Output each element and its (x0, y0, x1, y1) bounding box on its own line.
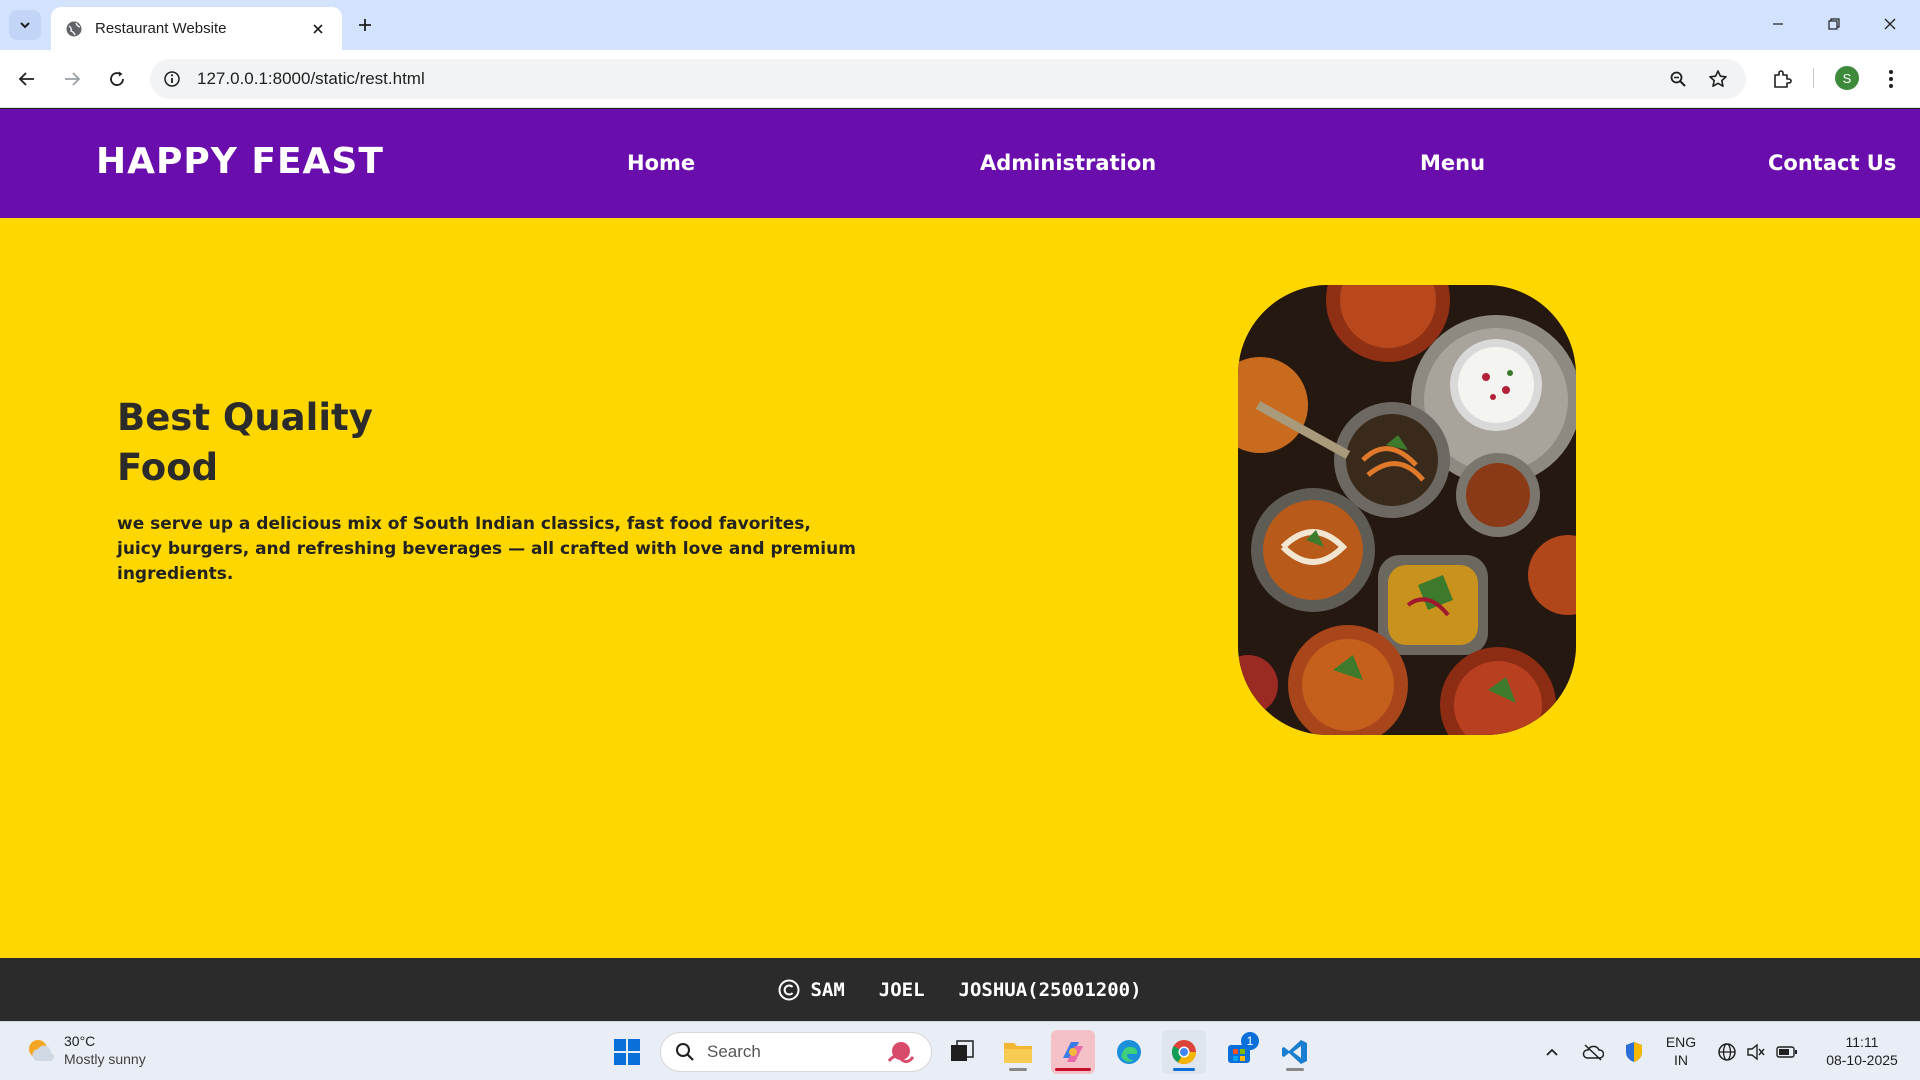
search-icon (676, 1043, 694, 1061)
restore-icon (1828, 18, 1840, 30)
task-view-button[interactable] (940, 1030, 984, 1074)
copilot-button[interactable] (1051, 1030, 1095, 1074)
chevron-up-icon (1546, 1048, 1558, 1056)
volume-muted-icon[interactable] (1745, 1041, 1767, 1063)
show-hidden-icons-button[interactable] (1541, 1041, 1563, 1063)
active-indicator (1055, 1068, 1091, 1071)
clock-time: 11:11 (1845, 1034, 1879, 1050)
browser-toolbar: 127.0.0.1:8000/static/rest.html (0, 50, 1920, 108)
site-info-icon[interactable] (160, 67, 184, 91)
footer-name-1: SAM (810, 978, 845, 1001)
close-tab-icon[interactable] (308, 19, 328, 39)
hero-description-line-2: juicy burgers, and refreshing beverages … (117, 539, 856, 584)
nav-administration[interactable]: Administration (980, 151, 1156, 175)
nav-contact-us[interactable]: Contact Us (1768, 151, 1896, 175)
close-icon (1884, 18, 1896, 30)
search-highlight-icon (887, 1042, 915, 1064)
notification-badge: 1 (1241, 1032, 1259, 1050)
food-image (1238, 285, 1576, 735)
security-shield-icon[interactable] (1623, 1041, 1645, 1063)
windows-taskbar: 30°C Mostly sunny Search 1 ENG IN 11:11 … (0, 1021, 1920, 1080)
copilot-icon (1063, 1042, 1083, 1062)
footer-credits: SAM JOEL JOSHUA(25001200) (778, 978, 1142, 1001)
reload-button[interactable] (101, 63, 133, 95)
language-code: ENG (1665, 1034, 1697, 1050)
close-window-button[interactable] (1862, 0, 1918, 48)
restore-button[interactable] (1806, 0, 1862, 48)
active-indicator (1173, 1068, 1195, 1071)
puzzle-icon (1774, 70, 1792, 88)
nav-menu[interactable]: Menu (1420, 151, 1485, 175)
extensions-button[interactable] (1766, 63, 1798, 95)
arrow-left-icon (18, 72, 34, 86)
hero-title: Best Quality Food (117, 393, 437, 493)
copyright-icon (778, 979, 800, 1001)
vscode-icon (1282, 1040, 1307, 1064)
more-vertical-icon (1889, 70, 1893, 88)
nav-home[interactable]: Home (627, 151, 695, 175)
region-code: IN (1674, 1052, 1688, 1068)
file-explorer-button[interactable] (996, 1030, 1040, 1074)
hero-title-line-2: Food (117, 446, 219, 489)
search-placeholder: Search (707, 1042, 761, 1061)
folder-icon (1004, 1043, 1032, 1063)
clock[interactable]: 11:11 08-10-2025 (1812, 1033, 1912, 1069)
site-footer: SAM JOEL JOSHUA(25001200) (0, 958, 1920, 1021)
globe-icon (65, 20, 83, 38)
hero-title-line-1: Best Quality (117, 396, 373, 439)
windows-logo-icon (614, 1039, 640, 1065)
minimize-icon (1773, 23, 1783, 25)
tab-title: Restaurant Website (95, 20, 227, 37)
url-text[interactable]: 127.0.0.1:8000/static/rest.html (197, 69, 425, 89)
vscode-button[interactable] (1273, 1030, 1317, 1074)
taskbar-search[interactable]: Search (660, 1032, 932, 1072)
site-logo[interactable]: HAPPY FEAST (96, 141, 384, 182)
chevron-down-icon (20, 22, 30, 29)
edge-button[interactable] (1107, 1030, 1151, 1074)
running-indicator (1286, 1068, 1304, 1071)
network-globe-icon[interactable] (1716, 1041, 1738, 1063)
arrow-right-icon (65, 72, 81, 86)
clock-date: 08-10-2025 (1826, 1052, 1898, 1068)
site-navbar: HAPPY FEAST Home Administration Menu Con… (0, 109, 1920, 218)
new-tab-button[interactable] (351, 11, 379, 39)
battery-icon[interactable] (1776, 1041, 1798, 1063)
reload-icon (110, 71, 124, 86)
browser-tab-bar: Restaurant Website (0, 0, 1920, 50)
plus-icon (359, 19, 371, 31)
hero-description-line-1: we serve up a delicious mix of South Ind… (117, 514, 811, 534)
footer-name-3: JOSHUA(25001200) (958, 978, 1142, 1001)
profile-avatar[interactable]: S (1835, 66, 1859, 90)
hero-description: we serve up a delicious mix of South Ind… (117, 512, 977, 587)
toolbar-divider (1813, 68, 1814, 88)
weather-widget[interactable]: 30°C Mostly sunny (24, 1032, 146, 1068)
weather-description: Mostly sunny (64, 1051, 146, 1067)
weather-temperature: 30°C (64, 1033, 96, 1049)
tab-search-button[interactable] (9, 10, 41, 40)
browser-menu-button[interactable] (1875, 63, 1907, 95)
sun-cloud-icon (29, 1040, 54, 1062)
chrome-icon (1171, 1040, 1196, 1065)
browser-tab-active[interactable]: Restaurant Website (51, 7, 342, 50)
running-indicator (1009, 1068, 1027, 1071)
forward-button[interactable] (56, 63, 88, 95)
back-button[interactable] (11, 63, 43, 95)
zoom-icon[interactable] (1666, 67, 1690, 91)
task-view-icon (951, 1040, 974, 1061)
language-indicator[interactable]: ENG IN (1661, 1033, 1701, 1069)
hero-section: Best Quality Food we serve up a deliciou… (0, 218, 1920, 958)
edge-icon (1117, 1040, 1141, 1064)
minimize-button[interactable] (1750, 0, 1806, 48)
chrome-button[interactable] (1162, 1030, 1206, 1074)
onedrive-icon[interactable] (1582, 1041, 1604, 1063)
address-bar[interactable]: 127.0.0.1:8000/static/rest.html (150, 59, 1746, 99)
footer-name-2: JOEL (878, 978, 925, 1001)
store-button[interactable]: 1 (1217, 1030, 1261, 1074)
bookmark-star-icon[interactable] (1706, 67, 1730, 91)
start-button[interactable] (605, 1030, 649, 1074)
